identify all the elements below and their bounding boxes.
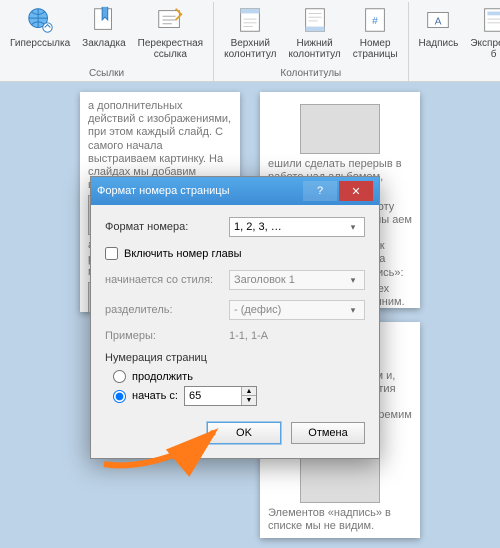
start-at-radio[interactable] bbox=[113, 390, 126, 403]
textbox-button[interactable]: A Надпись bbox=[413, 2, 465, 62]
style-combo: Заголовок 1 ▾ bbox=[229, 270, 365, 290]
page-number-button[interactable]: # Номер страницы bbox=[347, 2, 404, 62]
dialog-title: Формат номера страницы bbox=[97, 185, 301, 197]
footer-button[interactable]: Нижний колонтитул bbox=[282, 2, 346, 62]
format-label: Формат номера: bbox=[105, 221, 229, 233]
ribbon-group-headers: Колонтитулы bbox=[218, 68, 403, 79]
page-number-format-dialog: Формат номера страницы ? ✕ Формат номера… bbox=[90, 176, 380, 459]
close-button[interactable]: ✕ bbox=[339, 181, 373, 201]
help-button[interactable]: ? bbox=[303, 181, 337, 201]
ok-button[interactable]: OK bbox=[207, 422, 281, 444]
style-label: начинается со стиля: bbox=[105, 274, 229, 286]
chevron-down-icon: ▾ bbox=[346, 222, 360, 233]
ribbon: Гиперссылка Закладка Перекрестная ссылка… bbox=[0, 0, 500, 82]
hyperlink-button[interactable]: Гиперссылка bbox=[4, 2, 76, 62]
crossref-icon bbox=[154, 4, 186, 36]
page-number-icon: # bbox=[359, 4, 391, 36]
spin-down-icon[interactable]: ▼ bbox=[242, 396, 256, 405]
crossref-button[interactable]: Перекрестная ссылка bbox=[132, 2, 209, 62]
quickparts-icon bbox=[478, 4, 500, 36]
footer-icon bbox=[299, 4, 331, 36]
format-combo[interactable]: 1, 2, 3, … ▾ bbox=[229, 217, 365, 237]
globe-icon bbox=[24, 4, 56, 36]
include-chapter-checkbox[interactable] bbox=[105, 247, 118, 260]
separator-combo: - (дефис) ▾ bbox=[229, 300, 365, 320]
svg-text:A: A bbox=[435, 17, 442, 28]
chevron-down-icon: ▾ bbox=[346, 305, 360, 316]
start-at-spinner[interactable]: 65 ▲ ▼ bbox=[184, 386, 257, 406]
chevron-down-icon: ▾ bbox=[346, 275, 360, 286]
quickparts-button[interactable]: Экспресс-б bbox=[464, 2, 500, 62]
continue-label: продолжить bbox=[132, 371, 193, 383]
start-at-label: начать с: bbox=[132, 390, 178, 402]
continue-radio[interactable] bbox=[113, 370, 126, 383]
header-icon bbox=[234, 4, 266, 36]
bookmark-button[interactable]: Закладка bbox=[76, 2, 131, 62]
textbox-icon: A bbox=[422, 4, 454, 36]
cancel-button[interactable]: Отмена bbox=[291, 422, 365, 444]
include-chapter-label: Включить номер главы bbox=[124, 248, 242, 260]
numbering-group-label: Нумерация страниц bbox=[105, 352, 365, 364]
bookmark-icon bbox=[88, 4, 120, 36]
separator-label: разделитель: bbox=[105, 304, 229, 316]
spin-up-icon[interactable]: ▲ bbox=[242, 387, 256, 396]
examples-value: 1-1, 1-A bbox=[229, 330, 365, 342]
examples-label: Примеры: bbox=[105, 330, 229, 342]
ribbon-group-links: Ссылки bbox=[4, 68, 209, 79]
dialog-titlebar[interactable]: Формат номера страницы ? ✕ bbox=[91, 177, 379, 205]
header-button[interactable]: Верхний колонтитул bbox=[218, 2, 282, 62]
svg-text:#: # bbox=[372, 16, 378, 27]
